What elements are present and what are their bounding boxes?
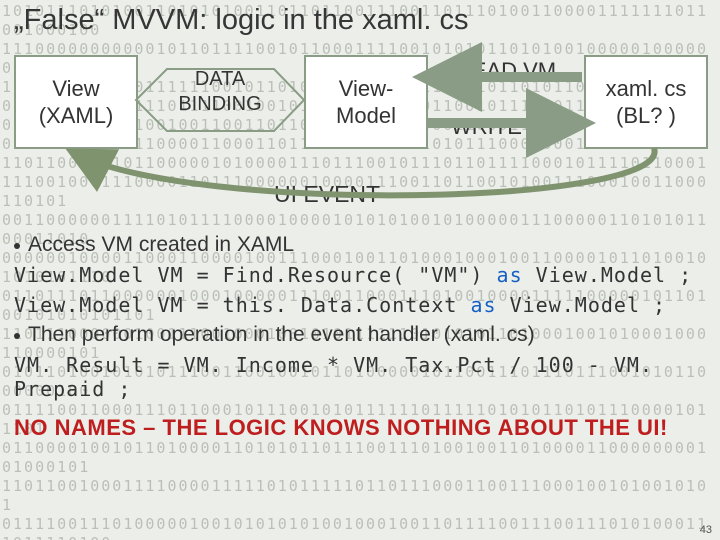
code-line-3: VM. Result = VM. Income * VM. Tax.Pct / …: [14, 353, 706, 401]
bullet-icon: [14, 243, 20, 249]
bullet-2: Then perform operation in the event hand…: [14, 323, 706, 347]
slide-title: „False“ MVVM: logic in the xaml. cs: [14, 4, 706, 37]
bullet-icon: [14, 333, 20, 339]
bullet-1: Access VM created in XAML: [14, 233, 706, 257]
code-line-1: View.Model VM = Find.Resource( "VM") as …: [14, 263, 706, 287]
warning-text: NO NAMES – THE LOGIC KNOWS NOTHING ABOUT…: [14, 415, 706, 441]
code-line-2: View.Model VM = this. Data.Context as Vi…: [14, 293, 706, 317]
diagram: View (XAML) DATA BINDING View- Model REA…: [14, 55, 706, 215]
page-number: 43: [700, 524, 712, 536]
diagram-arrows: [14, 55, 706, 215]
